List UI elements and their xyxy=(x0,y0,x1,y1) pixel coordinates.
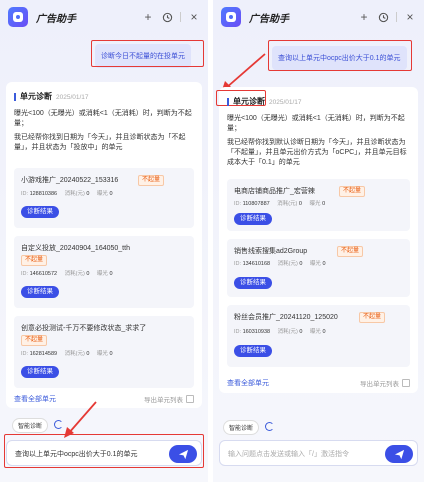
plus-icon[interactable]: + xyxy=(358,11,370,23)
list-item: 电商店铺商品推广_宏营辣 不起量 ID: 110807887 消耗(元) 0 曝… xyxy=(227,179,410,231)
diagnosis-result-button[interactable]: 诊断结果 xyxy=(21,286,59,298)
smart-diagnosis-chip[interactable]: 智能诊断 xyxy=(12,418,49,433)
status-badge: 不起量 xyxy=(359,312,386,323)
card-title: 单元诊断 xyxy=(233,97,265,106)
diagnosis-result-button[interactable]: 诊断结果 xyxy=(234,213,272,225)
status-badge: 不起量 xyxy=(21,255,48,266)
card-accent-bar xyxy=(227,97,229,106)
send-button[interactable] xyxy=(385,445,413,463)
unit-name: 粉丝会员推广_20241120_125020 xyxy=(234,314,338,321)
unit-name: 电商店铺商品推广_宏营辣 xyxy=(234,188,315,195)
card-accent-bar xyxy=(14,92,16,101)
app-title: 广告助手 xyxy=(36,13,76,25)
plus-icon[interactable]: + xyxy=(142,11,154,23)
status-badge: 不起量 xyxy=(138,175,165,186)
close-icon[interactable]: × xyxy=(188,11,200,23)
card-date: 2025/01/17 xyxy=(56,94,89,101)
history-icon[interactable] xyxy=(161,11,173,23)
unit-name: 小游戏推广_20240522_153316 xyxy=(21,177,119,184)
view-all-units-link[interactable]: 查看全部单元 xyxy=(14,394,56,404)
app-logo-icon xyxy=(221,7,241,27)
smart-diagnosis-chip[interactable]: 智能诊断 xyxy=(223,420,260,435)
chat-input-placeholder: 输入问题点击发送或输入「/」激活指令 xyxy=(228,451,349,458)
highlight-box xyxy=(268,40,412,71)
header: 广告助手 + × xyxy=(213,0,424,34)
card-date: 2025/01/17 xyxy=(269,99,302,106)
unit-meta: ID: 110807887 消耗(元) 0 曝光 0 xyxy=(234,201,326,207)
right-panel: 广告助手 + × 查询以上单元中ocpc出价大于0.1的单元 单元诊断 2025… xyxy=(213,0,424,482)
list-item: 粉丝会员推广_20241120_125020 不起量 ID: 160310938… xyxy=(227,305,410,367)
status-badge: 不起量 xyxy=(21,335,48,346)
send-icon xyxy=(394,449,404,459)
highlight-box xyxy=(91,40,204,67)
unit-meta: ID: 162814589 消耗(元) 0 曝光 0 xyxy=(21,351,113,357)
criteria-text: 曝光<100（无曝光）或消耗<1（无消耗）时，判断为不起量； xyxy=(227,115,405,132)
diagnosis-card: 单元诊断 2025/01/17 曝光<100（无曝光）或消耗<1（无消耗）时，判… xyxy=(6,82,202,408)
status-badge: 不起量 xyxy=(337,246,364,257)
header-divider xyxy=(396,12,397,22)
app-title: 广告助手 xyxy=(249,13,289,25)
left-panel: 广告助手 + × 诊断今日不起量的在投单元 单元诊断 2025/01/17 曝光… xyxy=(0,0,208,482)
header: 广告助手 + × xyxy=(0,0,208,34)
summary-text: 我已经帮你找到日期为「今天」，并且诊断状态为「不起量」，并且状态为「投放中」的单… xyxy=(14,134,186,151)
refresh-icon[interactable] xyxy=(54,420,63,429)
diagnosis-result-button[interactable]: 诊断结果 xyxy=(21,206,59,218)
list-item: 小游戏推广_20240522_153316 不起量 ID: 128810386 … xyxy=(14,168,194,228)
highlight-box xyxy=(4,434,204,468)
unit-meta: ID: 134610168 消耗(元) 0 曝光 0 xyxy=(234,261,326,267)
unit-meta: ID: 160310938 消耗(元) 0 曝光 0 xyxy=(234,329,326,335)
summary-text: 我已经帮你找到默认诊断日期为「今天」，并且诊断状态为「不起量」，并且单元出价方式… xyxy=(227,139,407,166)
diagnosis-result-button[interactable]: 诊断结果 xyxy=(234,277,272,289)
diagnosis-card: 单元诊断 2025/01/17 曝光<100（无曝光）或消耗<1（无消耗）时，判… xyxy=(216,87,418,393)
list-item: 销售线索搜集ad2Group ID: 134610168 消耗(元) 0 曝光 … xyxy=(227,239,410,297)
history-icon[interactable] xyxy=(377,11,389,23)
refresh-icon[interactable] xyxy=(265,422,274,431)
list-item: 自定义投放_20240904_164050_tth 不起量 ID: 146610… xyxy=(14,236,194,308)
app-logo-icon xyxy=(8,7,28,27)
chat-input[interactable]: 输入问题点击发送或输入「/」激活指令 xyxy=(219,440,418,466)
unit-name: 创意必投测试-千万不要修改状态_求求了 xyxy=(21,325,147,332)
unit-name: 自定义投放_20240904_164050_tth xyxy=(21,245,130,252)
unit-name: 销售线索搜集ad2Group xyxy=(234,248,308,255)
status-badge: 不起量 xyxy=(339,186,366,197)
export-icon xyxy=(402,379,410,387)
close-icon[interactable]: × xyxy=(404,11,416,23)
view-all-units-link[interactable]: 查看全部单元 xyxy=(227,378,269,388)
export-units-button[interactable]: 导出单元列表 xyxy=(360,378,410,388)
card-title: 单元诊断 xyxy=(20,92,52,101)
criteria-text: 曝光<100（无曝光）或消耗<1（无消耗）时，判断为不起量； xyxy=(14,110,192,127)
diagnosis-result-button[interactable]: 诊断结果 xyxy=(21,366,59,378)
header-divider xyxy=(180,12,181,22)
export-label: 导出单元列表 xyxy=(360,381,399,388)
unit-meta: ID: 128810386 消耗(元) 0 曝光 0 xyxy=(21,191,113,197)
diagnosis-result-button[interactable]: 诊断结果 xyxy=(234,345,272,357)
export-units-button[interactable]: 导出单元列表 xyxy=(144,394,194,404)
export-icon xyxy=(186,395,194,403)
unit-meta: ID: 146610572 消耗(元) 0 曝光 0 xyxy=(21,271,113,277)
export-label: 导出单元列表 xyxy=(144,397,183,404)
list-item: 创意必投测试-千万不要修改状态_求求了 不起量 ID: 162814589 消耗… xyxy=(14,316,194,388)
